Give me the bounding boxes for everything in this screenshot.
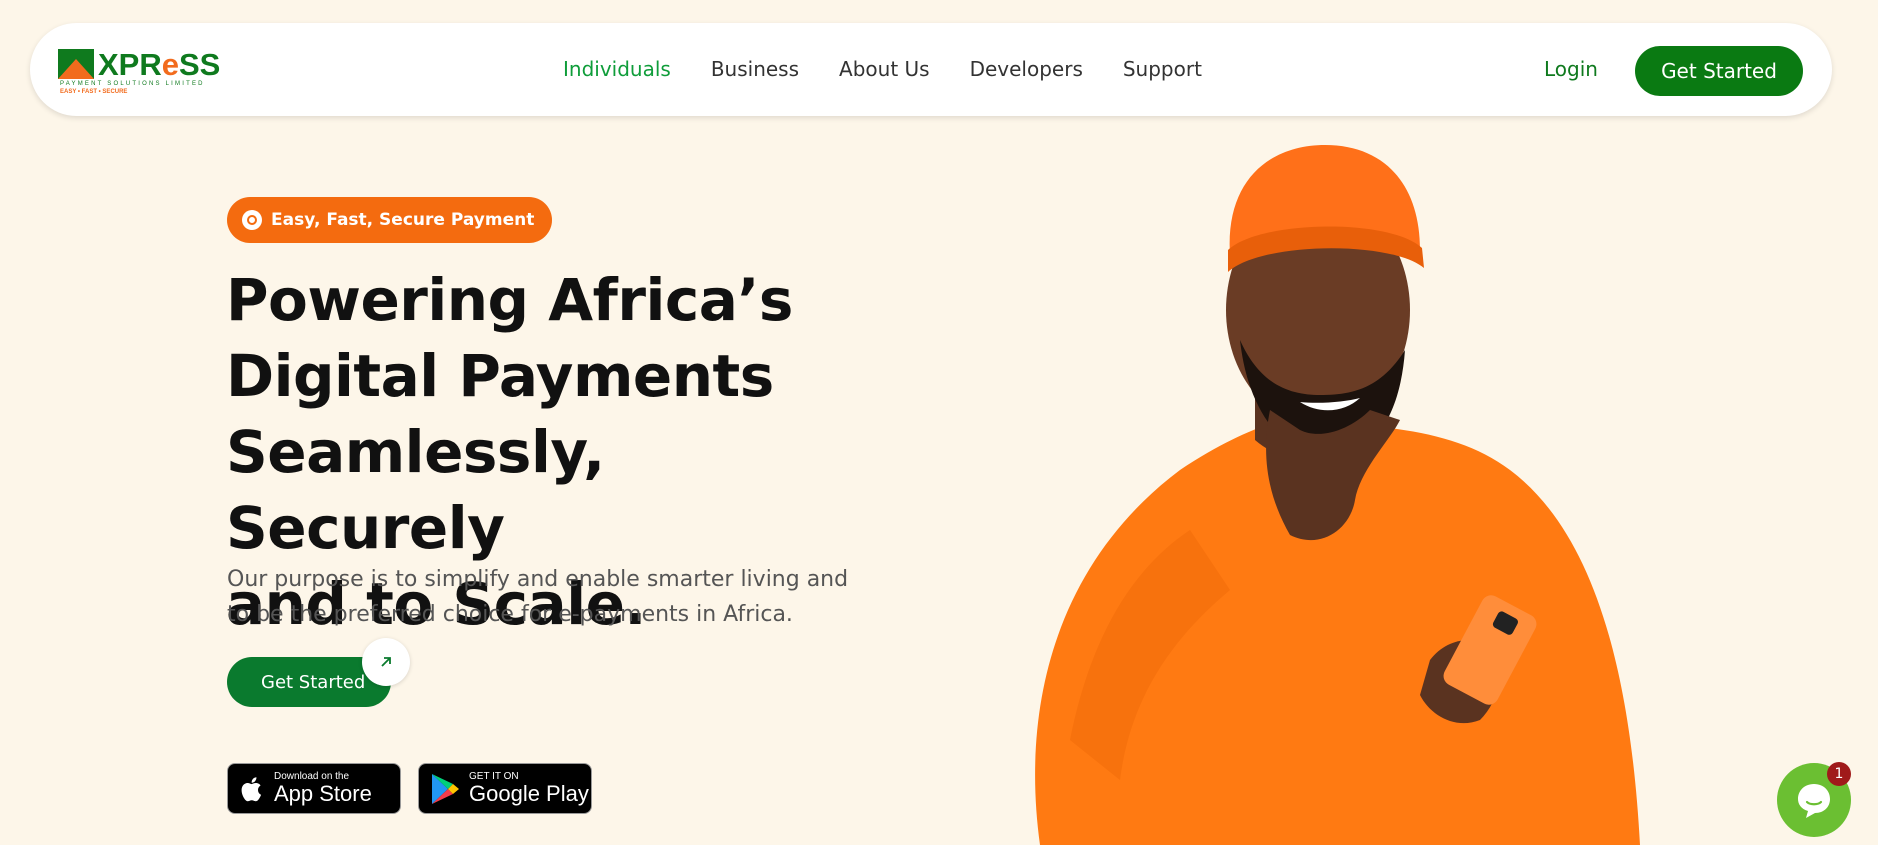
google-play-button[interactable]: GET IT ON Google Play <box>418 763 592 814</box>
top-navbar: XPReSS PAYMENT SOLUTIONS LIMITED EASY • … <box>30 23 1832 116</box>
nav-menu: Individuals Business About Us Developers… <box>563 57 1202 81</box>
hero-person-image <box>1035 145 1640 845</box>
login-link[interactable]: Login <box>1544 57 1598 81</box>
feature-badge-label: Easy, Fast, Secure Payment <box>271 210 535 230</box>
nav-item-about-us[interactable]: About Us <box>839 57 930 81</box>
shield-icon <box>242 210 262 230</box>
google-play-big-text: Google Play <box>469 781 589 806</box>
headline-line-2: Digital Payments <box>226 342 774 410</box>
logo-subtitle: PAYMENT SOLUTIONS LIMITED <box>60 81 205 87</box>
chat-notification-badge: 1 <box>1827 762 1851 786</box>
logo-mark-icon <box>58 49 94 79</box>
nav-item-business[interactable]: Business <box>711 57 799 81</box>
app-store-button[interactable]: Download on the App Store <box>227 763 401 814</box>
feature-badge: Easy, Fast, Secure Payment <box>227 197 553 243</box>
xpress-logo[interactable]: XPReSS PAYMENT SOLUTIONS LIMITED EASY • … <box>58 45 221 97</box>
nav-get-started-button[interactable]: Get Started <box>1635 46 1803 96</box>
app-store-big-text: App Store <box>274 781 372 806</box>
hero-subtext: Our purpose is to simplify and enable sm… <box>227 567 849 627</box>
logo-tagline: EASY • FAST • SECURE <box>60 89 128 95</box>
headline-line-3: Seamlessly, Securely <box>226 418 605 562</box>
apple-icon <box>241 776 262 801</box>
headline-line-1: Powering Africa’s <box>226 266 793 334</box>
arrow-up-right-icon[interactable] <box>362 638 410 686</box>
nav-item-developers[interactable]: Developers <box>970 57 1083 81</box>
nav-item-individuals[interactable]: Individuals <box>563 57 671 81</box>
google-play-icon <box>432 773 459 804</box>
chat-bubble-icon <box>1798 784 1830 818</box>
logo-wordmark: XPReSS <box>98 47 221 82</box>
nav-item-support[interactable]: Support <box>1123 57 1202 81</box>
